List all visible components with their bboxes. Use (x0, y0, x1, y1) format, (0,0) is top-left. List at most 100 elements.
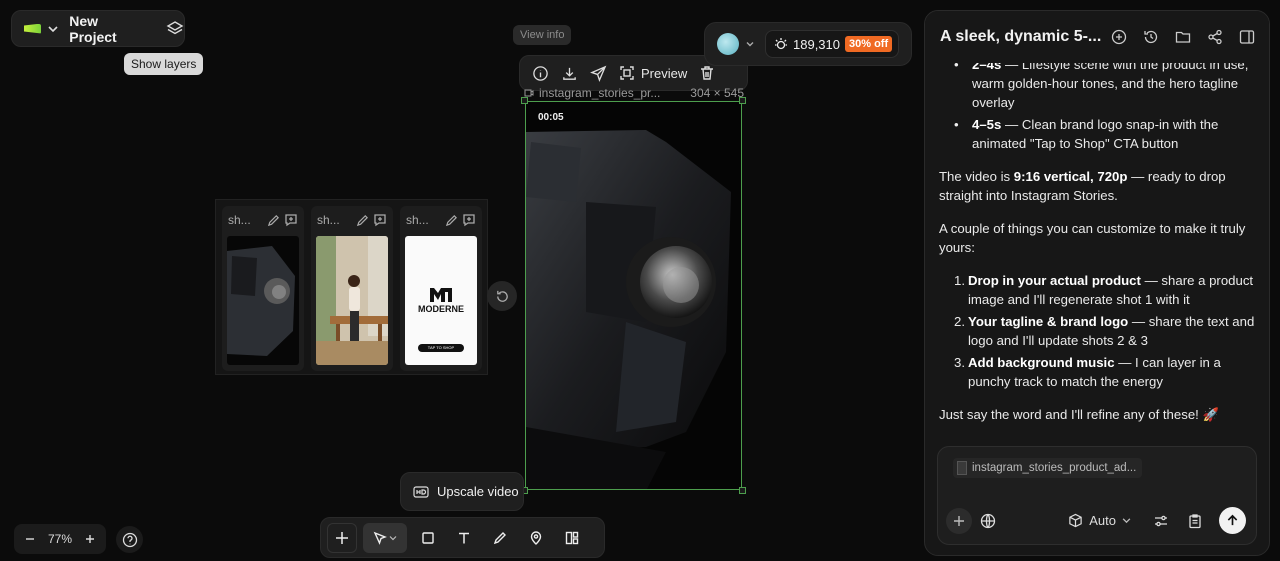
help-icon (122, 532, 138, 548)
list-item: 1. Drop in your actual product — share a … (954, 271, 1259, 309)
preview-button[interactable]: Preview (619, 65, 687, 81)
item-number: 2. (954, 314, 965, 329)
rectangle-tool-button[interactable] (413, 523, 443, 553)
text-bold: 9:16 vertical, 720p (1013, 169, 1128, 184)
add-comment-icon[interactable] (373, 213, 387, 227)
globe-icon[interactable] (980, 513, 996, 529)
resize-handle[interactable] (521, 97, 528, 104)
attach-button[interactable] (946, 507, 972, 534)
credits-bar: 189,310 30% off (704, 22, 912, 66)
chat-title: A sleek, dynamic 5-... (940, 28, 1102, 45)
new-chat-icon[interactable] (1111, 29, 1127, 45)
add-comment-icon[interactable] (284, 213, 298, 227)
cube-icon (1068, 513, 1083, 528)
shot-thumbnail (316, 236, 388, 365)
chevron-down-icon[interactable] (745, 39, 755, 49)
project-logo-icon (24, 23, 42, 34)
add-tool-button[interactable] (327, 522, 357, 553)
shot-card[interactable]: sh... (222, 206, 304, 371)
zoom-in-icon[interactable] (84, 533, 96, 545)
project-menu[interactable]: New Project (11, 10, 185, 47)
sidebar-toggle-icon[interactable] (1239, 29, 1255, 45)
pencil-icon[interactable] (356, 214, 369, 227)
list-item: 3. Add background music — I can layer in … (954, 353, 1259, 391)
item-bold: Your tagline & brand logo (968, 314, 1129, 329)
timeline-list: 2–4s — Lifestyle scene with the product … (939, 55, 1259, 153)
list-item: 2. Your tagline & brand logo — share the … (954, 312, 1259, 350)
model-select[interactable]: Auto (1068, 513, 1131, 528)
spec-paragraph: The video is 9:16 vertical, 720p — ready… (939, 167, 1259, 205)
layers-icon[interactable] (166, 20, 184, 38)
model-label: Auto (1089, 513, 1116, 528)
closing-paragraph: Just say the word and I'll refine any of… (939, 407, 1219, 422)
download-icon[interactable] (561, 65, 578, 82)
chevron-down-icon (389, 534, 397, 542)
bullet-text: — Clean brand logo snap-in with the anim… (972, 117, 1219, 151)
frame-filename: instagram_stories_pr... (539, 86, 661, 100)
credits-amount: 189,310 (793, 36, 840, 52)
plus-icon (335, 531, 349, 545)
resize-handle[interactable] (739, 487, 746, 494)
location-pin-icon (529, 530, 543, 545)
select-tool-button[interactable] (363, 522, 407, 553)
credits-balance[interactable]: 189,310 30% off (765, 30, 900, 58)
item-number: 1. (954, 273, 965, 288)
upscale-video-button[interactable]: Upscale video (400, 472, 524, 511)
avatar[interactable] (717, 33, 739, 55)
pencil-icon[interactable] (267, 214, 280, 227)
brand-name: MODERNE (417, 304, 464, 314)
zoom-out-icon[interactable] (24, 533, 36, 545)
cursor-icon (373, 531, 387, 545)
regenerate-button[interactable] (487, 281, 517, 311)
video-frame[interactable]: 00:05 (525, 101, 742, 490)
item-bold: Drop in your actual product (968, 273, 1141, 288)
shot-card[interactable]: sh... MODERNE TAP TO SHOP (400, 206, 482, 371)
layout-tool-button[interactable] (557, 523, 587, 553)
bullet-bold: 4–5s (972, 117, 1002, 132)
attachment-name: instagram_stories_product_ad... (972, 462, 1137, 474)
help-button[interactable] (116, 526, 143, 553)
refresh-icon (495, 289, 510, 304)
share-icon[interactable] (1207, 29, 1223, 45)
discount-badge: 30% off (845, 36, 893, 52)
send-button[interactable] (1219, 507, 1246, 534)
shot-thumbnail: MODERNE TAP TO SHOP (405, 236, 477, 365)
credits-icon (774, 37, 788, 51)
text-span: The video is (939, 169, 1014, 184)
shot-thumbnail (227, 236, 299, 365)
layout-grid-icon (565, 531, 579, 545)
list-item: 4–5s — Clean brand logo snap-in with the… (954, 115, 1259, 153)
customize-paragraph: A couple of things you can customize to … (939, 221, 1246, 255)
resize-handle[interactable] (739, 97, 746, 104)
shot-card[interactable]: sh... (311, 206, 393, 371)
add-comment-icon[interactable] (462, 213, 476, 227)
shot-label: sh... (317, 213, 340, 227)
text-tool-button[interactable] (449, 523, 479, 553)
pencil-icon[interactable] (445, 214, 458, 227)
chat-composer[interactable]: instagram_stories_product_ad... Auto (937, 446, 1257, 545)
chevron-down-icon[interactable] (47, 23, 59, 35)
info-icon[interactable] (532, 65, 549, 82)
pen-tool-button[interactable] (485, 523, 515, 553)
history-icon[interactable] (1143, 29, 1159, 45)
square-icon (421, 531, 435, 545)
show-layers-tooltip: Show layers (124, 53, 204, 75)
plus-icon (953, 515, 965, 527)
attachment-chip[interactable]: instagram_stories_product_ad... (953, 458, 1143, 478)
folder-icon[interactable] (1175, 29, 1191, 45)
send-icon[interactable] (590, 65, 607, 82)
settings-sliders-icon[interactable] (1153, 513, 1169, 529)
shot-label: sh... (406, 213, 429, 227)
project-name[interactable]: New Project (69, 13, 146, 45)
cta-pill: TAP TO SHOP (418, 344, 464, 352)
hd-icon (413, 485, 429, 499)
shot-label: sh... (228, 213, 251, 227)
pin-tool-button[interactable] (521, 523, 551, 553)
chat-message: 2–4s — Lifestyle scene with the product … (939, 55, 1259, 438)
trash-icon[interactable] (699, 65, 715, 81)
canvas-toolbar (320, 517, 605, 558)
zoom-level: 77% (47, 532, 73, 546)
clipboard-icon[interactable] (1187, 513, 1203, 529)
arrow-up-icon (1226, 514, 1239, 527)
chat-header: A sleek, dynamic 5-... (925, 11, 1269, 63)
